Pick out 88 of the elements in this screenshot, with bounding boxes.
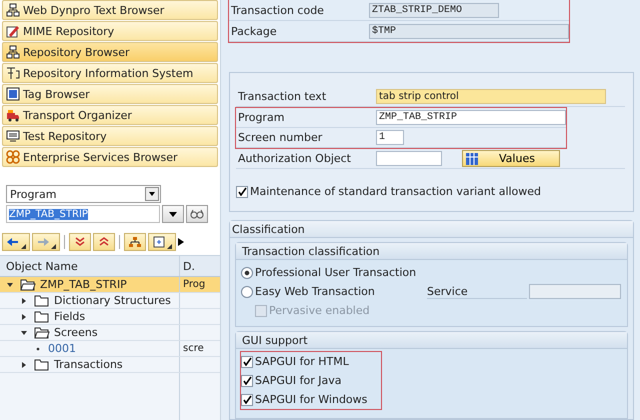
tree-icon	[128, 236, 142, 248]
chevron-up-icon	[97, 236, 111, 248]
back-button[interactable]	[2, 233, 30, 251]
navigation-button[interactable]: Repository Information System	[2, 63, 218, 83]
glasses-icon	[190, 209, 204, 219]
dropdown-button[interactable]	[162, 205, 184, 223]
expanded-arrow-icon	[6, 280, 14, 288]
checkbox-label[interactable]: SAPGUI for Windows	[255, 393, 368, 406]
expand-button[interactable]	[93, 233, 115, 251]
panel-title: GUI support	[236, 332, 627, 349]
folder-icon	[34, 310, 50, 323]
expanded-arrow-icon	[20, 328, 28, 336]
read-only-field[interactable]: ZTAB_STRIP_DEMO	[369, 3, 499, 18]
collapsed-arrow-icon	[20, 360, 28, 368]
tree-icon	[6, 3, 20, 17]
input-field[interactable]: ZMP_TAB_STRIP	[376, 110, 566, 125]
tree-row[interactable]: Dictionary Structures	[0, 293, 220, 309]
checkmark-icon	[242, 395, 252, 404]
checkbox[interactable]	[241, 374, 253, 386]
tree-row[interactable]: Screens	[0, 325, 220, 341]
navigation-button[interactable]: Transport Organizer	[2, 105, 218, 125]
navigation-button[interactable]: Tag Browser	[2, 84, 218, 104]
navigation-button[interactable]: Web Dynpro Text Browser	[2, 0, 218, 20]
display-button[interactable]	[186, 205, 208, 223]
caret-icon	[167, 244, 172, 249]
checkbox-label[interactable]: SAPGUI for Java	[255, 374, 342, 387]
scroll-arrow-icon	[178, 238, 184, 246]
monitor-icon	[6, 129, 20, 143]
tree-icon	[6, 45, 20, 59]
tree-row[interactable]: ZMP_TAB_STRIP Prog	[0, 277, 220, 293]
bullet-icon	[34, 344, 42, 352]
display-object-button[interactable]	[148, 233, 176, 251]
checkmark-icon	[242, 376, 252, 385]
field-label: Transaction code	[230, 4, 325, 17]
column-header[interactable]: Object Name	[0, 256, 180, 276]
radio-label[interactable]: Professional User Transaction	[255, 266, 425, 279]
table-icon	[466, 152, 478, 164]
field-label: Program	[237, 111, 286, 124]
folder-icon	[34, 358, 50, 371]
navigation-button[interactable]: MIME Repository	[2, 21, 218, 41]
truck-icon	[6, 108, 20, 122]
caret-icon	[21, 244, 26, 249]
checkbox-label: Pervasive enabled	[269, 304, 370, 317]
radio-button[interactable]	[241, 286, 253, 298]
checkbox[interactable]	[236, 186, 248, 198]
checkbox-label[interactable]: SAPGUI for HTML	[255, 355, 349, 368]
checkbox-label[interactable]: Maintenance of standard transaction variant allowed	[250, 185, 542, 198]
radio-button[interactable]	[241, 266, 253, 278]
chevron-down-icon	[73, 236, 87, 248]
navigation-button[interactable]: Repository Browser	[2, 42, 218, 62]
caret-icon	[51, 244, 56, 249]
field-label: Transaction text	[237, 90, 328, 103]
field-label: Package	[230, 25, 278, 38]
radio-label[interactable]: Easy Web Transaction	[255, 285, 425, 298]
pencil-icon	[6, 24, 20, 38]
arrow-right-icon	[36, 236, 50, 248]
checkbox[interactable]	[241, 356, 253, 368]
column-header[interactable]: D.	[180, 260, 220, 272]
collapse-button[interactable]	[69, 233, 91, 251]
tree-row[interactable]: Transactions	[0, 357, 220, 373]
panel-title: Classification	[230, 221, 633, 238]
field-label: Screen number	[237, 131, 324, 144]
checkbox[interactable]	[241, 394, 253, 406]
input-field[interactable]: tab strip control	[376, 89, 606, 104]
window-icon	[152, 236, 166, 248]
caret-icon	[168, 209, 178, 219]
open-folder-icon	[20, 278, 36, 291]
service-field[interactable]	[529, 284, 621, 299]
checkmark-icon	[238, 187, 246, 196]
forward-button[interactable]	[32, 233, 60, 251]
input-field[interactable]	[376, 151, 442, 166]
values-button[interactable]: Values	[462, 150, 560, 167]
arrow-left-icon	[6, 236, 20, 248]
input-field[interactable]: 1	[376, 130, 404, 145]
panel-title: Transaction classification	[236, 243, 627, 260]
read-only-field[interactable]: $TMP	[369, 24, 569, 39]
object-name-field[interactable]: ZMP_TAB_STRIP	[6, 205, 160, 223]
tree-row[interactable]: 0001 scre	[0, 341, 220, 357]
hierarchy-button[interactable]	[124, 233, 146, 251]
checkmark-icon	[242, 357, 252, 366]
object-type-dropdown[interactable]: Program	[6, 185, 161, 203]
navigation-button[interactable]: Test Repository	[2, 126, 218, 146]
field-label: Service	[427, 284, 527, 298]
tree-row[interactable]: Fields	[0, 309, 220, 325]
document-icon	[6, 87, 20, 101]
field-label: Authorization Object	[237, 152, 352, 165]
open-folder-icon	[34, 326, 50, 339]
navigation-button[interactable]: Enterprise Services Browser	[2, 147, 218, 167]
